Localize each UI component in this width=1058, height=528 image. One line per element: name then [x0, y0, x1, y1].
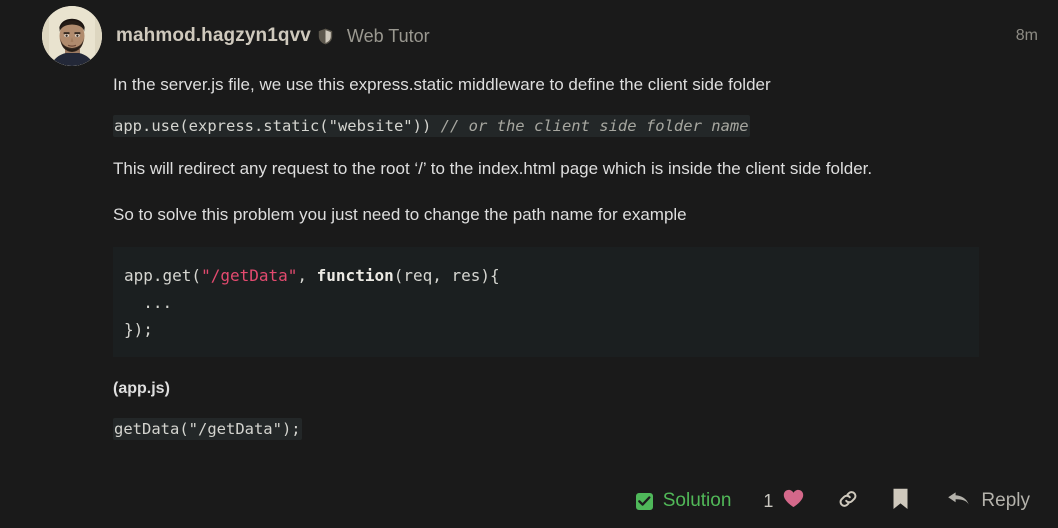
user-avatar-photo — [42, 6, 102, 66]
inline-code-line-1: app.use(express.static("website")) // or… — [113, 108, 978, 146]
like-button[interactable]: 1 — [763, 484, 804, 518]
heart-icon — [783, 489, 804, 513]
solution-button[interactable]: Solution — [635, 484, 732, 518]
code-line-1-keyword: function — [316, 265, 394, 285]
avatar[interactable] — [42, 6, 102, 66]
code-line-1-part-3: (req, res){ — [393, 265, 500, 285]
code-line-3: }); — [124, 319, 153, 339]
copy-link-button[interactable] — [836, 484, 860, 518]
post-container: mahmod.hagzyn1qvv Web Tutor 8m In the se… — [0, 0, 1058, 528]
code-line-1-part-1: app.get( — [124, 265, 202, 285]
code-line-1-string: "/getData" — [201, 265, 298, 285]
shield-icon — [318, 28, 333, 45]
post-timestamp[interactable]: 8m — [1016, 27, 1044, 45]
inline-code-1-comment: // or the client side folder name — [440, 116, 749, 135]
paragraph-1: In the server.js file, we use this expre… — [113, 75, 771, 94]
paragraph-2: This will redirect any request to the ro… — [113, 158, 873, 178]
code-line-1-part-2: , — [297, 265, 317, 285]
link-icon — [836, 487, 860, 516]
post-body: In the server.js file, we use this expre… — [0, 62, 1058, 449]
solution-label: Solution — [662, 490, 732, 511]
post-actions: Solution 1 Reply — [0, 484, 1058, 518]
code-block[interactable]: app.get("/getData", function(req, res){ … — [113, 246, 979, 358]
inline-code-1-text: app.use(express.static("website")) — [114, 116, 441, 135]
code-line-2: ... — [124, 292, 173, 312]
check-icon — [635, 492, 653, 510]
reply-label: Reply — [981, 490, 1030, 511]
inline-code-1: app.use(express.static("website")) // or… — [113, 114, 750, 137]
bookmark-button[interactable] — [892, 484, 909, 518]
author-title: Web Tutor — [346, 25, 430, 46]
paragraph-3: So to solve this problem you just need t… — [113, 204, 687, 224]
reply-button[interactable]: Reply — [947, 484, 1030, 518]
inline-code-line-2: getData("/getData"); — [113, 411, 978, 449]
author-meta: mahmod.hagzyn1qvv Web Tutor — [116, 25, 1016, 47]
reply-arrow-icon — [947, 489, 970, 513]
author-username[interactable]: mahmod.hagzyn1qvv — [116, 25, 311, 47]
paragraph-4: (app.js) — [113, 380, 170, 398]
inline-code-2: getData("/getData"); — [113, 418, 302, 441]
post-header: mahmod.hagzyn1qvv Web Tutor 8m — [0, 6, 1058, 66]
bookmark-icon — [892, 488, 909, 515]
like-count: 1 — [763, 490, 774, 511]
